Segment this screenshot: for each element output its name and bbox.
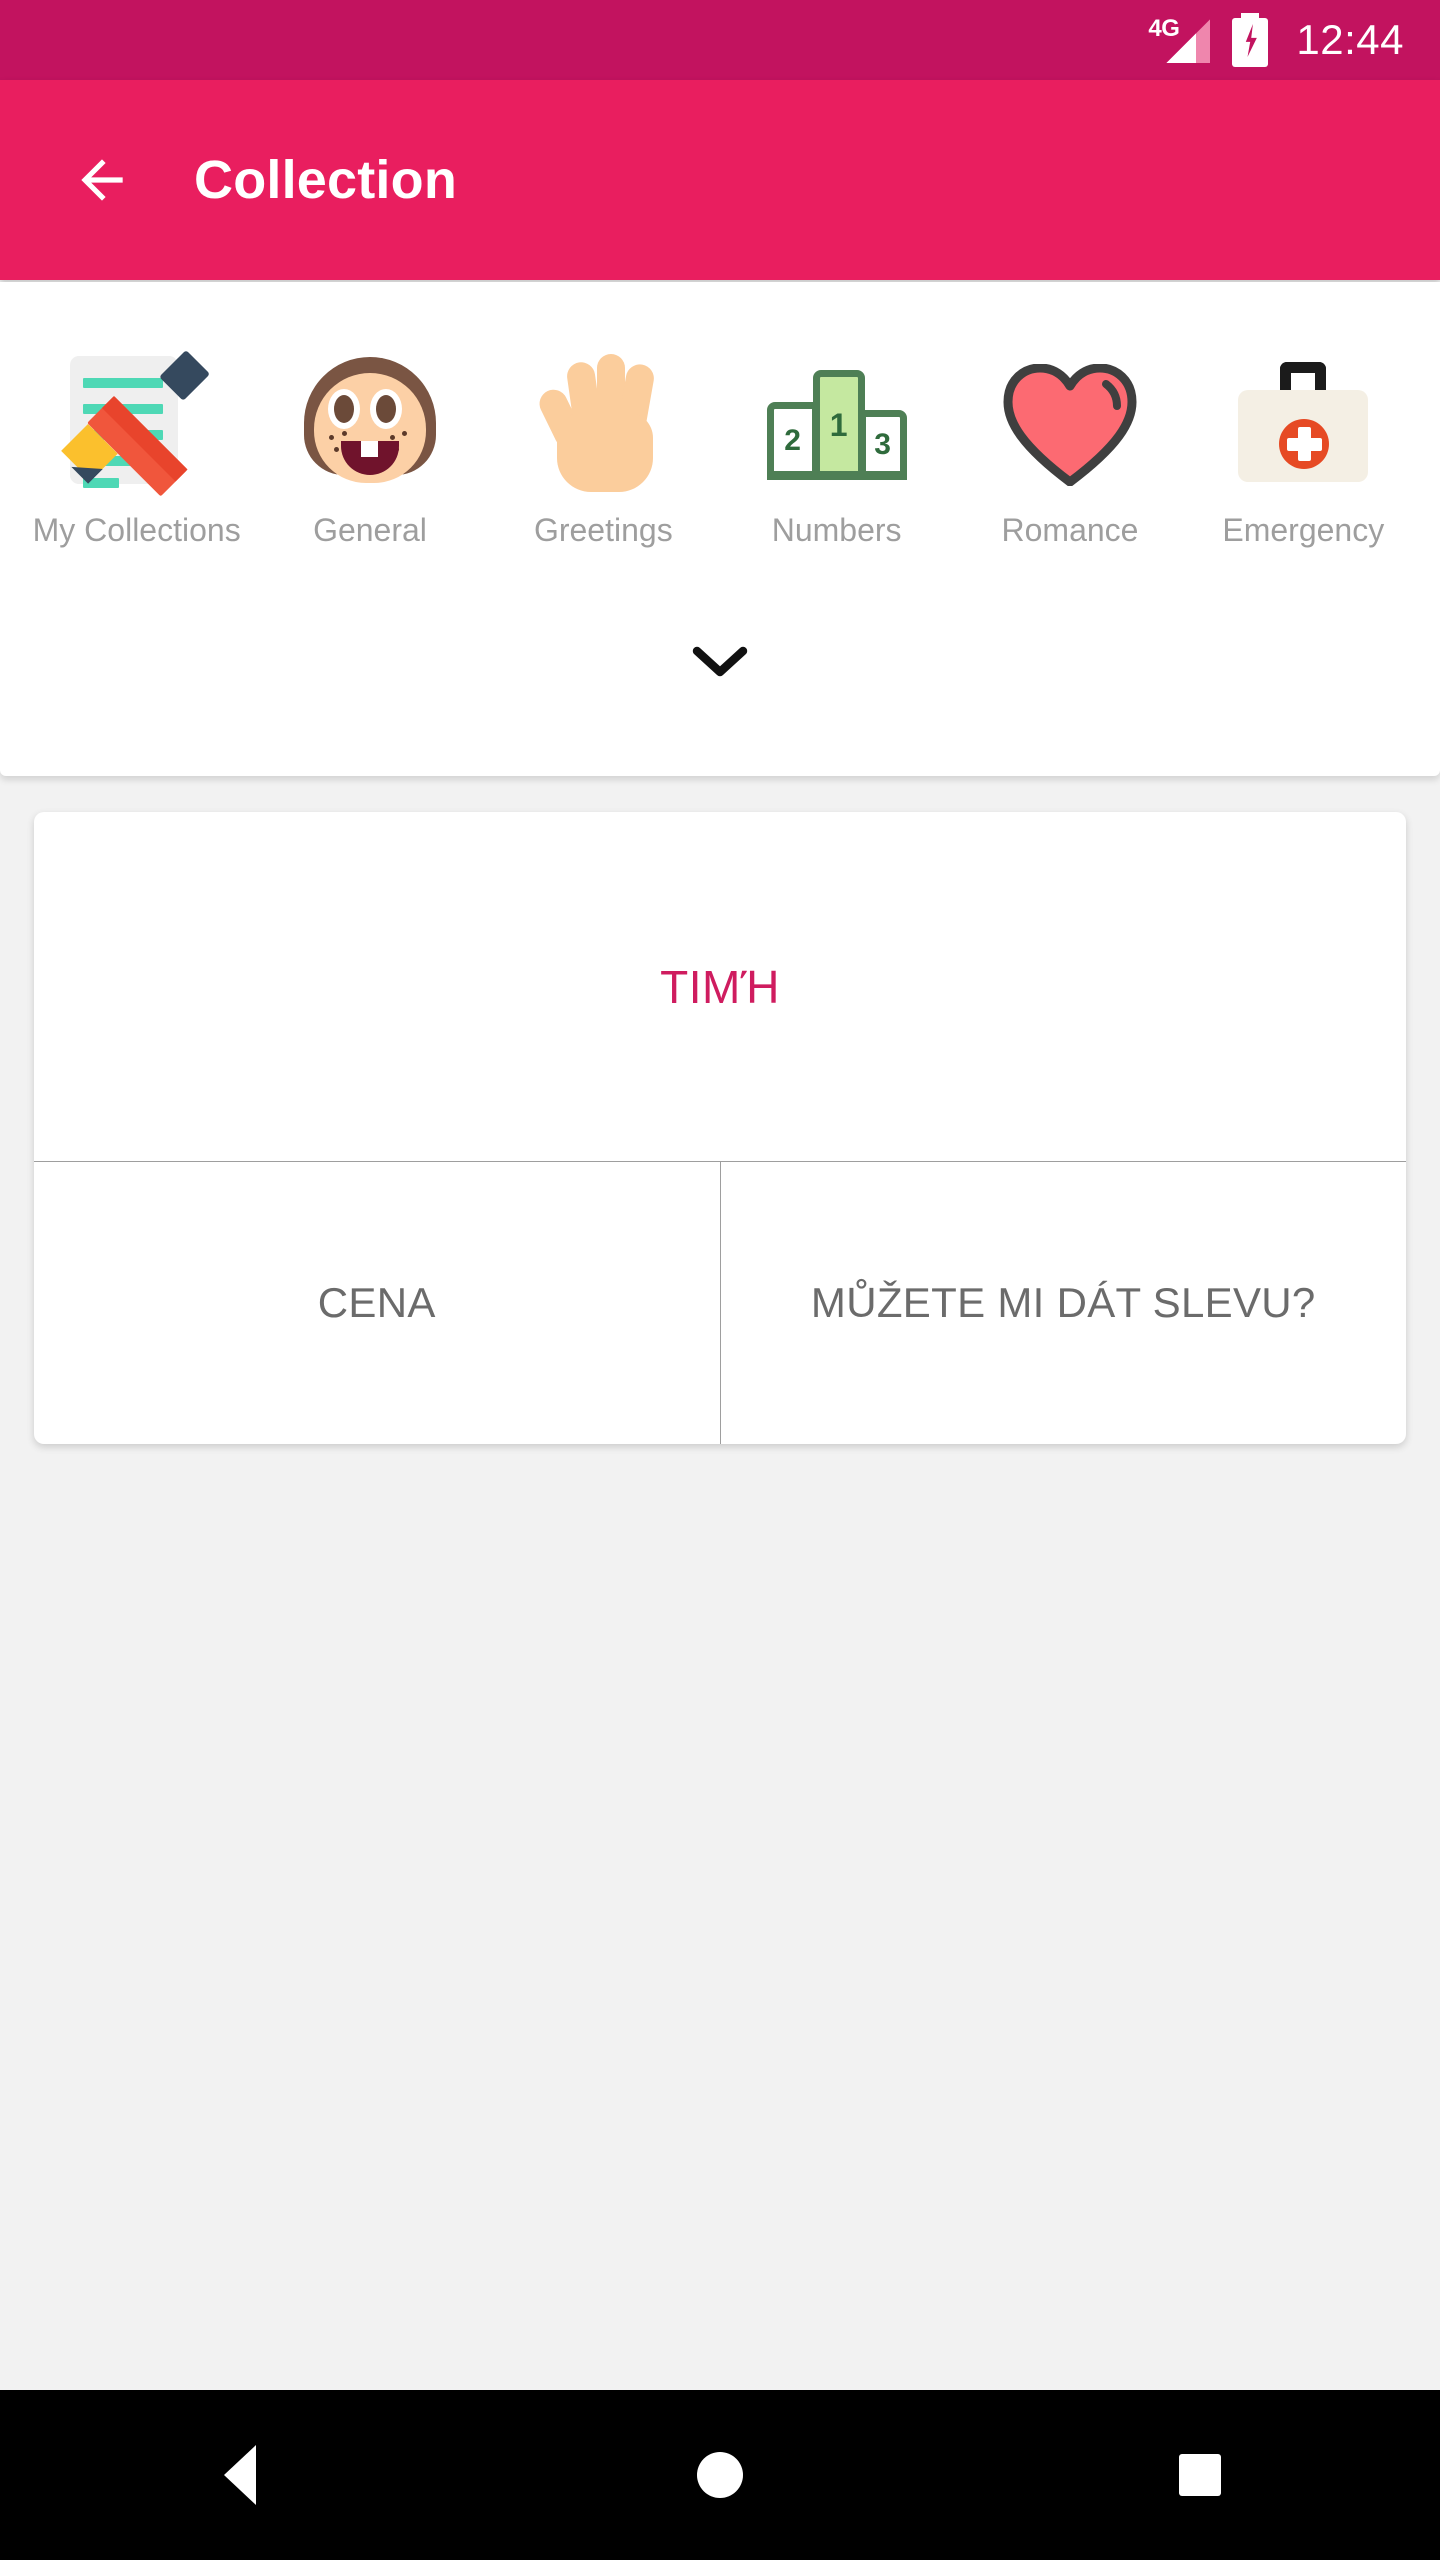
expand-row: [0, 549, 1440, 776]
memo-pencil-icon: [60, 348, 214, 498]
back-button[interactable]: [46, 124, 158, 236]
category-label: My Collections: [32, 512, 241, 548]
heart-shape: [1003, 364, 1137, 486]
phrase-cell-row: CENA MŮŽETE MI DÁT SLEVU?: [34, 1162, 1406, 1444]
battery-charging-icon: [1232, 13, 1269, 67]
phrase-card: ΤΙΜΉ CENA MŮŽETE MI DÁT SLEVU?: [34, 812, 1406, 1444]
heart-icon: [995, 348, 1145, 498]
network-type-label: 4G: [1148, 15, 1180, 42]
eye-left: [327, 389, 360, 429]
phrase-headline-cell[interactable]: ΤΙΜΉ: [34, 812, 1406, 1162]
status-bar-clock: 12:44: [1296, 16, 1404, 63]
freckle: [328, 435, 334, 440]
system-navigation-bar: [0, 2390, 1440, 2560]
first-aid-kit: [1238, 362, 1369, 488]
category-item-romance[interactable]: Romance: [953, 348, 1186, 549]
phrase-cell-discount[interactable]: MŮŽETE MI DÁT SLEVU?: [721, 1162, 1407, 1444]
status-bar: 4G 12:44: [0, 0, 1440, 80]
app-bar: Collection: [0, 80, 1440, 280]
podium: 2 3 1: [766, 370, 907, 480]
phrase-headline: ΤΙΜΉ: [660, 960, 780, 1013]
nav-recents-square-icon: [1179, 2454, 1221, 2496]
girl-face-icon: [295, 348, 445, 498]
phrase-cell-text: CENA: [317, 1279, 436, 1326]
freckle: [341, 431, 347, 436]
category-row: My Collections General Greetings 2 3 1 N…: [0, 282, 1440, 549]
nav-recents-button[interactable]: [960, 2454, 1440, 2496]
raised-hand-icon: [528, 348, 678, 498]
category-label: Romance: [1001, 512, 1139, 548]
phrase-cell-cena[interactable]: CENA: [34, 1162, 721, 1444]
nav-back-button[interactable]: [0, 2445, 480, 2505]
category-label: Numbers: [771, 512, 902, 548]
category-item-greetings[interactable]: Greetings: [487, 348, 720, 549]
category-label: Emergency: [1222, 512, 1385, 548]
podium-place-3: 3: [858, 410, 907, 480]
palm: [557, 412, 654, 492]
first-aid-kit-icon: [1228, 348, 1378, 498]
category-item-general[interactable]: General: [253, 348, 486, 549]
podium-place-1: 1: [812, 370, 865, 480]
category-panel: My Collections General Greetings 2 3 1 N…: [0, 282, 1440, 776]
category-item-emergency[interactable]: Emergency: [1187, 348, 1420, 549]
page-title: Collection: [194, 150, 458, 210]
phone-screen: 4G 12:44 Collection My Collections Gener…: [0, 0, 1440, 2560]
podium-base: [766, 471, 907, 480]
arrow-left-icon: [81, 159, 123, 201]
category-label: General: [313, 512, 427, 548]
nav-back-triangle-icon: [224, 2445, 256, 2505]
freckle: [333, 447, 339, 452]
phrase-cell-text: MŮŽETE MI DÁT SLEVU?: [810, 1279, 1316, 1326]
girl-face: [303, 357, 436, 489]
eye-right: [369, 389, 402, 429]
pencil: [60, 350, 214, 497]
nav-home-button[interactable]: [480, 2452, 960, 2498]
raised-hand: [535, 354, 665, 494]
tooth: [360, 441, 378, 457]
category-item-my-collections[interactable]: My Collections: [20, 348, 253, 549]
podium-place-2: 2: [766, 402, 819, 480]
nav-home-circle-icon: [697, 2452, 743, 2498]
chevron-down-icon: [692, 646, 748, 676]
cross-horizontal: [1287, 438, 1323, 451]
category-item-numbers[interactable]: 2 3 1 Numbers: [720, 348, 953, 549]
podium-icon: 2 3 1: [762, 348, 912, 498]
expand-categories-button[interactable]: [685, 640, 755, 686]
freckle: [401, 431, 407, 436]
category-label: Greetings: [533, 512, 673, 548]
signal-bars-icon: 4G: [1148, 15, 1211, 63]
freckle: [389, 435, 395, 440]
